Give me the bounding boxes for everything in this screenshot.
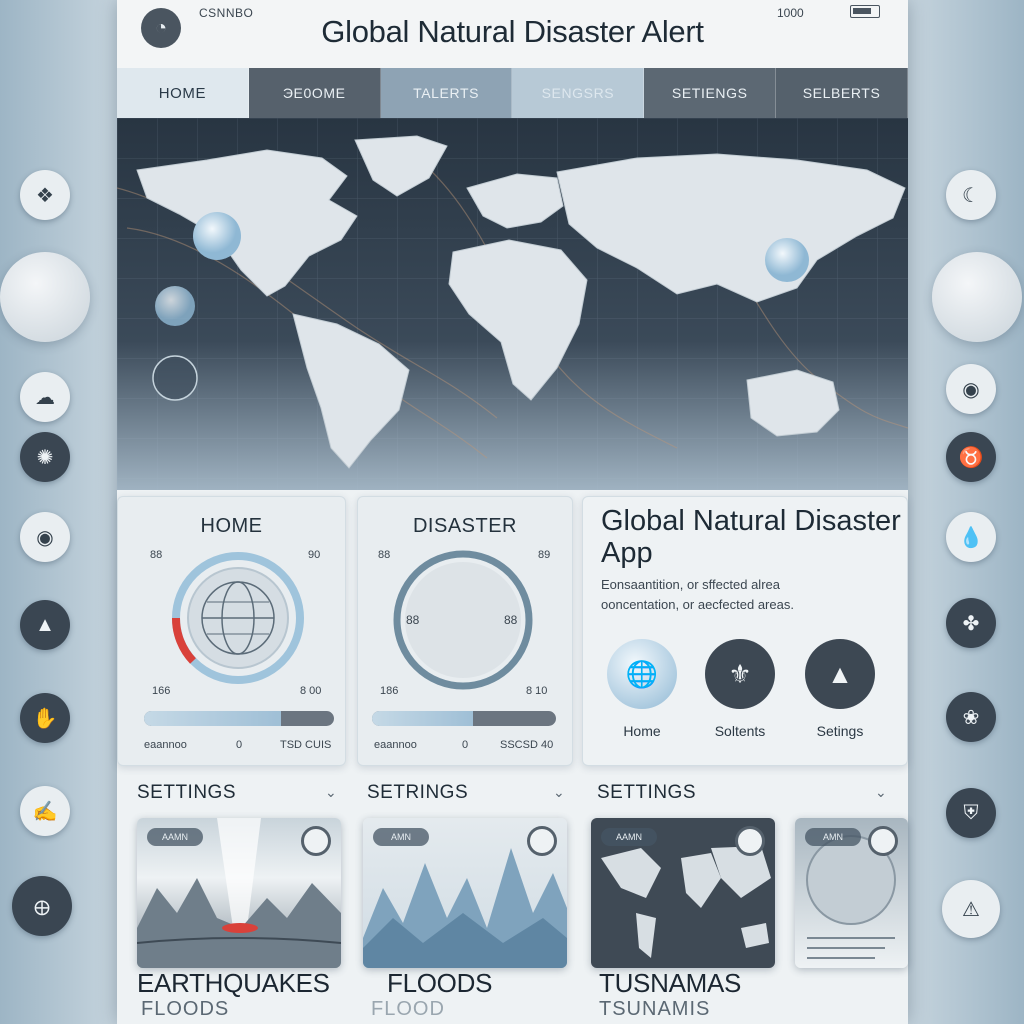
home-top-left: 88: [150, 549, 163, 561]
alert-marker[interactable]: [152, 355, 198, 401]
mountain-icon[interactable]: ▲: [20, 600, 70, 650]
info-card-line-2: ooncentation, or aecfected areas.: [601, 597, 794, 612]
disaster-progress-fill: [372, 711, 474, 726]
world-map[interactable]: [117, 118, 908, 490]
home-card[interactable]: HOME 88 90 166 8 00 eaannoo 0 TSD CUIS: [117, 496, 346, 766]
sphere-button[interactable]: [0, 252, 90, 342]
home-circle-button[interactable]: 🌐: [607, 639, 677, 709]
signature-icon[interactable]: ✍: [20, 786, 70, 836]
shield-icon[interactable]: ⛨: [946, 788, 996, 838]
section-heading-settings: SETTINGS: [137, 782, 237, 803]
bull-icon[interactable]: ♉: [946, 432, 996, 482]
battery-icon: [850, 5, 880, 18]
earthquakes-pill: AAMN: [147, 828, 203, 846]
storm-icon[interactable]: ✺: [20, 432, 70, 482]
chevron-down-icon[interactable]: ⌄: [325, 784, 337, 801]
tsunamis-subtitle: TSUNAMIS: [599, 998, 711, 1020]
disaster-card[interactable]: DISASTER 88 89 88 88 186 8 10 eaannoo 0 …: [357, 496, 573, 766]
setings-circle-label: Setings: [816, 723, 864, 739]
floods-card[interactable]: AMN: [363, 818, 567, 968]
chevron-down-icon[interactable]: ⌄: [553, 784, 565, 801]
tsunamis-card[interactable]: AAMN: [591, 818, 775, 968]
right-rail: ☾ ◉ ♉ 💧 ✤ ❀ ⛨ ⚠: [914, 0, 1024, 1024]
disaster-bottom-left: 186: [380, 685, 399, 697]
globe-icon: 🌐: [625, 658, 659, 689]
tab-settings[interactable]: SETIENGS: [644, 68, 777, 118]
volcano-pill: AMN: [805, 828, 861, 846]
alert-marker[interactable]: [193, 212, 241, 260]
eye-icon[interactable]: ◉: [946, 364, 996, 414]
app-window: ◔ CSNNBO Global Natural Disaster Alert 1…: [117, 0, 908, 1024]
tab-home[interactable]: HOME: [117, 68, 249, 118]
tab-bar: HOME ЭE0OME TALERTS SENGSRS SETIENGS SEL…: [117, 68, 908, 118]
tab-alerts[interactable]: TALERTS: [380, 68, 513, 118]
left-rail: ❖ ☁ ✺ ◉ ▲ ✋ ✍ 🜨: [0, 0, 110, 1024]
app-info-card: Global Natural Disaster App Eonsaantitio…: [582, 496, 908, 766]
home-circle-label: Home: [623, 723, 661, 739]
tsunamis-title: TUSNAMAS: [599, 968, 742, 998]
title-bar: ◔ CSNNBO Global Natural Disaster Alert 1…: [117, 0, 908, 68]
alert-icon[interactable]: ❖: [20, 170, 70, 220]
disaster-inner-right: 88: [504, 613, 518, 627]
home-foot-left: eaannoo: [144, 739, 187, 751]
home-foot-right: TSD CUIS: [280, 739, 332, 751]
drop-icon[interactable]: 💧: [946, 512, 996, 562]
section-heading-setrings: SETRINGS: [367, 782, 469, 803]
hand-icon[interactable]: ✋: [20, 693, 70, 743]
info-card-line-1: Eonsaantition, or sffected alrea: [601, 577, 780, 592]
moon-icon[interactable]: ☾: [946, 170, 996, 220]
volcano-toggle[interactable]: [868, 826, 898, 856]
alert-marker[interactable]: [155, 286, 195, 326]
disaster-foot-mid: 0: [462, 739, 469, 751]
disaster-foot-left: eaannoo: [374, 739, 417, 751]
cloud-icon[interactable]: ☁: [20, 372, 70, 422]
home-progress-bar: [144, 711, 334, 726]
setings-circle-button[interactable]: ▲: [805, 639, 875, 709]
info-card-title: Global Natural Disaster App: [601, 505, 901, 569]
tab-selberts[interactable]: SELBERTS: [776, 68, 908, 118]
home-card-title: HOME: [200, 515, 263, 537]
home-gauge: [171, 552, 304, 684]
floods-toggle[interactable]: [527, 826, 557, 856]
home-bottom-right: 8 00: [300, 685, 322, 697]
disaster-progress-bar: [372, 711, 556, 726]
disaster-inner-left: 88: [406, 613, 420, 627]
disaster-foot-right: SSCSD 40: [500, 739, 554, 751]
soltents-circle-button[interactable]: ⚜: [705, 639, 775, 709]
globe-icon[interactable]: 🜨: [12, 876, 72, 936]
fleur-icon: ⚜: [728, 658, 752, 689]
tab-home-2[interactable]: ЭE0OME: [248, 68, 381, 118]
tsunamis-toggle[interactable]: [735, 826, 765, 856]
drop-icon: ▲: [827, 658, 853, 689]
status-time: 1000: [777, 6, 804, 20]
warning-icon[interactable]: ⚠: [942, 880, 1000, 938]
flower-icon[interactable]: ❀: [946, 692, 996, 742]
home-progress-fill: [144, 711, 281, 726]
earthquakes-card[interactable]: AAMN: [137, 818, 341, 968]
volcano-card[interactable]: AMN: [795, 818, 908, 968]
disaster-bottom-right: 8 10: [526, 685, 548, 697]
earthquakes-toggle[interactable]: [301, 826, 331, 856]
tsunamis-pill: AAMN: [601, 828, 657, 846]
home-foot-mid: 0: [236, 739, 243, 751]
world-map-graphic: [117, 118, 908, 490]
eye-icon[interactable]: ◉: [20, 512, 70, 562]
floods-pill: AMN: [373, 828, 429, 846]
home-bottom-left: 166: [152, 685, 171, 697]
earthquakes-subtitle: FLOODS: [141, 998, 230, 1020]
chevron-down-icon[interactable]: ⌄: [875, 784, 887, 801]
disaster-card-title: DISASTER: [412, 515, 518, 537]
section-heading-settings-2: SETTINGS: [597, 782, 697, 803]
earthquakes-title: EARTHQUAKES: [137, 968, 330, 998]
alert-marker[interactable]: [765, 238, 809, 282]
sphere-button[interactable]: [932, 252, 1022, 342]
floods-subtitle: FLOOD: [371, 998, 445, 1020]
floods-title: FLOODS: [387, 968, 493, 998]
tab-sensors[interactable]: SENGSRS: [512, 68, 645, 118]
soltents-circle-label: Soltents: [714, 723, 766, 739]
leaf-icon[interactable]: ✤: [946, 598, 996, 648]
home-top-right: 90: [308, 549, 321, 561]
